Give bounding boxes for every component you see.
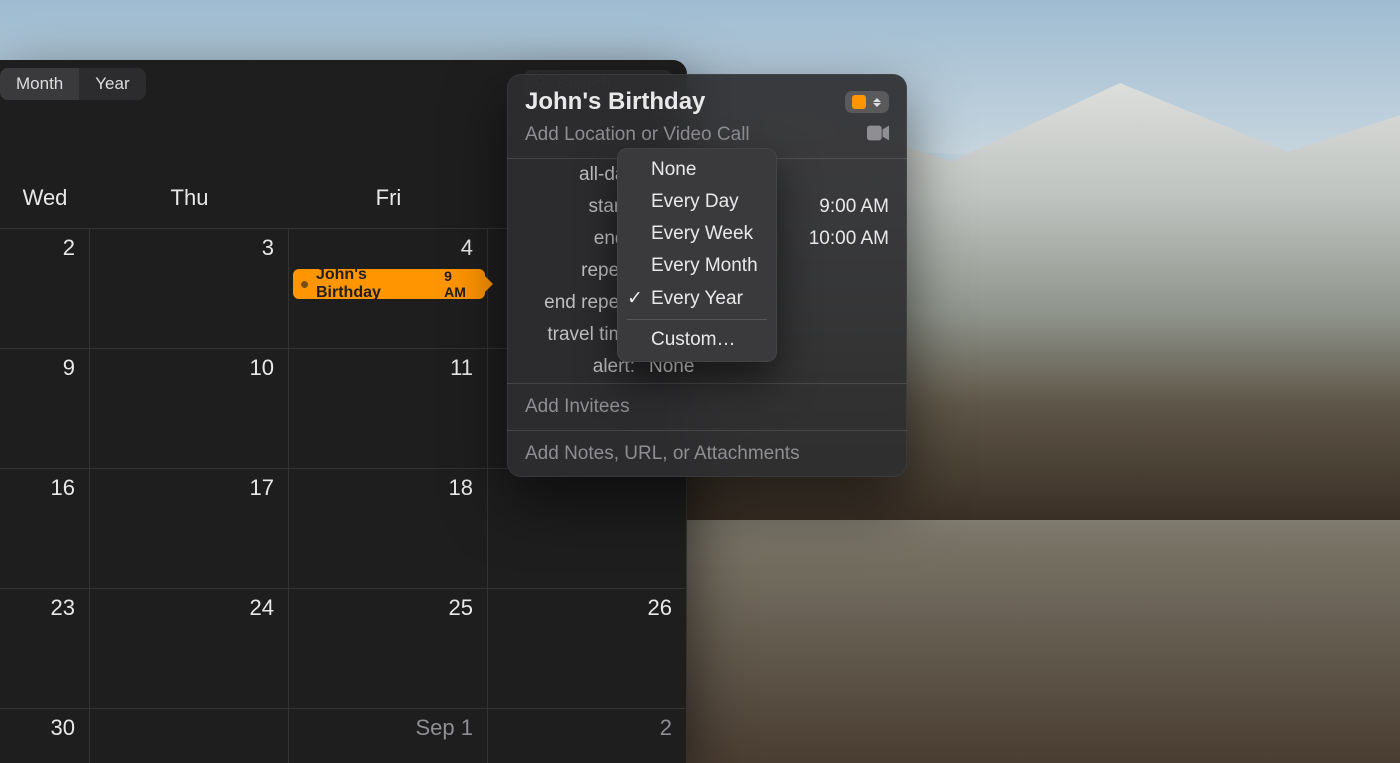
weekday-wed: Wed — [0, 185, 90, 211]
chevron-updown-icon — [872, 98, 882, 107]
day-number: 25 — [449, 595, 473, 621]
day-number: 4 — [461, 235, 473, 261]
event-title-field[interactable]: John's Birthday — [525, 88, 845, 116]
menu-separator — [627, 319, 767, 320]
day-cell[interactable]: 3 — [90, 229, 289, 349]
day-number: Sep 1 — [416, 715, 474, 741]
day-number: 18 — [449, 475, 473, 501]
calendar-color-picker[interactable] — [845, 91, 889, 113]
day-cell[interactable]: 23 — [0, 589, 90, 709]
location-field[interactable]: Add Location or Video Call — [525, 124, 867, 146]
repeat-option-every-week[interactable]: Every Week — [617, 218, 777, 250]
add-notes-field[interactable]: Add Notes, URL, or Attachments — [507, 431, 907, 477]
day-cell[interactable]: 17 — [90, 469, 289, 589]
day-cell[interactable]: 11 — [289, 349, 488, 469]
repeat-option-custom[interactable]: Custom… — [617, 324, 777, 356]
option-label: None — [651, 159, 696, 181]
day-number: 9 — [63, 355, 75, 381]
day-cell[interactable]: 2 — [488, 709, 687, 763]
day-cell[interactable]: 10 — [90, 349, 289, 469]
weekday-thu: Thu — [90, 185, 289, 211]
starts-time: 9:00 AM — [819, 196, 889, 218]
day-cell[interactable] — [488, 469, 687, 589]
day-cell[interactable] — [90, 709, 289, 763]
day-cell[interactable]: 18 — [289, 469, 488, 589]
day-cell[interactable]: Sep 1 — [289, 709, 488, 763]
day-cell[interactable]: 24 — [90, 589, 289, 709]
weekday-fri: Fri — [289, 185, 488, 211]
calendar-swatch-icon — [852, 95, 866, 109]
day-number: 24 — [250, 595, 274, 621]
event-time: 9 AM — [444, 268, 477, 300]
day-number: 2 — [660, 715, 672, 741]
view-segmented-control: Month Year — [0, 68, 146, 100]
repeat-option-every-day[interactable]: Every Day — [617, 186, 777, 218]
option-label: Custom… — [651, 329, 735, 351]
day-cell[interactable]: 26 — [488, 589, 687, 709]
event-johns-birthday[interactable]: John's Birthday 9 AM — [293, 269, 485, 299]
event-title: John's Birthday — [316, 266, 436, 302]
day-number: 10 — [250, 355, 274, 381]
day-number: 26 — [648, 595, 672, 621]
day-number: 2 — [63, 235, 75, 261]
day-number: 11 — [450, 355, 473, 381]
checkmark-icon: ✓ — [627, 287, 643, 310]
day-cell[interactable]: 25 — [289, 589, 488, 709]
ends-time: 10:00 AM — [809, 228, 889, 250]
day-number: 23 — [51, 595, 75, 621]
repeat-option-none[interactable]: None — [617, 154, 777, 186]
option-label: Every Month — [651, 255, 758, 277]
day-cell[interactable]: 4 John's Birthday 9 AM — [289, 229, 488, 349]
video-call-icon[interactable] — [867, 125, 889, 146]
day-cell[interactable]: 16 — [0, 469, 90, 589]
repeat-option-every-month[interactable]: Every Month — [617, 250, 777, 282]
repeat-option-every-year[interactable]: ✓ Every Year — [617, 282, 777, 315]
day-cell[interactable]: 9 — [0, 349, 90, 469]
day-number: 17 — [250, 475, 274, 501]
day-cell[interactable]: 2 — [0, 229, 90, 349]
day-number: 30 — [51, 715, 75, 741]
day-cell[interactable]: 30 — [0, 709, 90, 763]
day-number: 3 — [262, 235, 274, 261]
option-label: Every Week — [651, 223, 753, 245]
option-label: Every Year — [651, 288, 743, 310]
option-label: Every Day — [651, 191, 739, 213]
event-dot-icon — [301, 281, 308, 288]
repeat-dropdown: None Every Day Every Week Every Month ✓ E… — [617, 148, 777, 362]
day-number: 16 — [51, 475, 75, 501]
view-month-button[interactable]: Month — [0, 68, 79, 100]
view-year-button[interactable]: Year — [79, 68, 145, 100]
alert-label: alert: — [525, 356, 635, 378]
add-invitees-field[interactable]: Add Invitees — [507, 384, 907, 430]
